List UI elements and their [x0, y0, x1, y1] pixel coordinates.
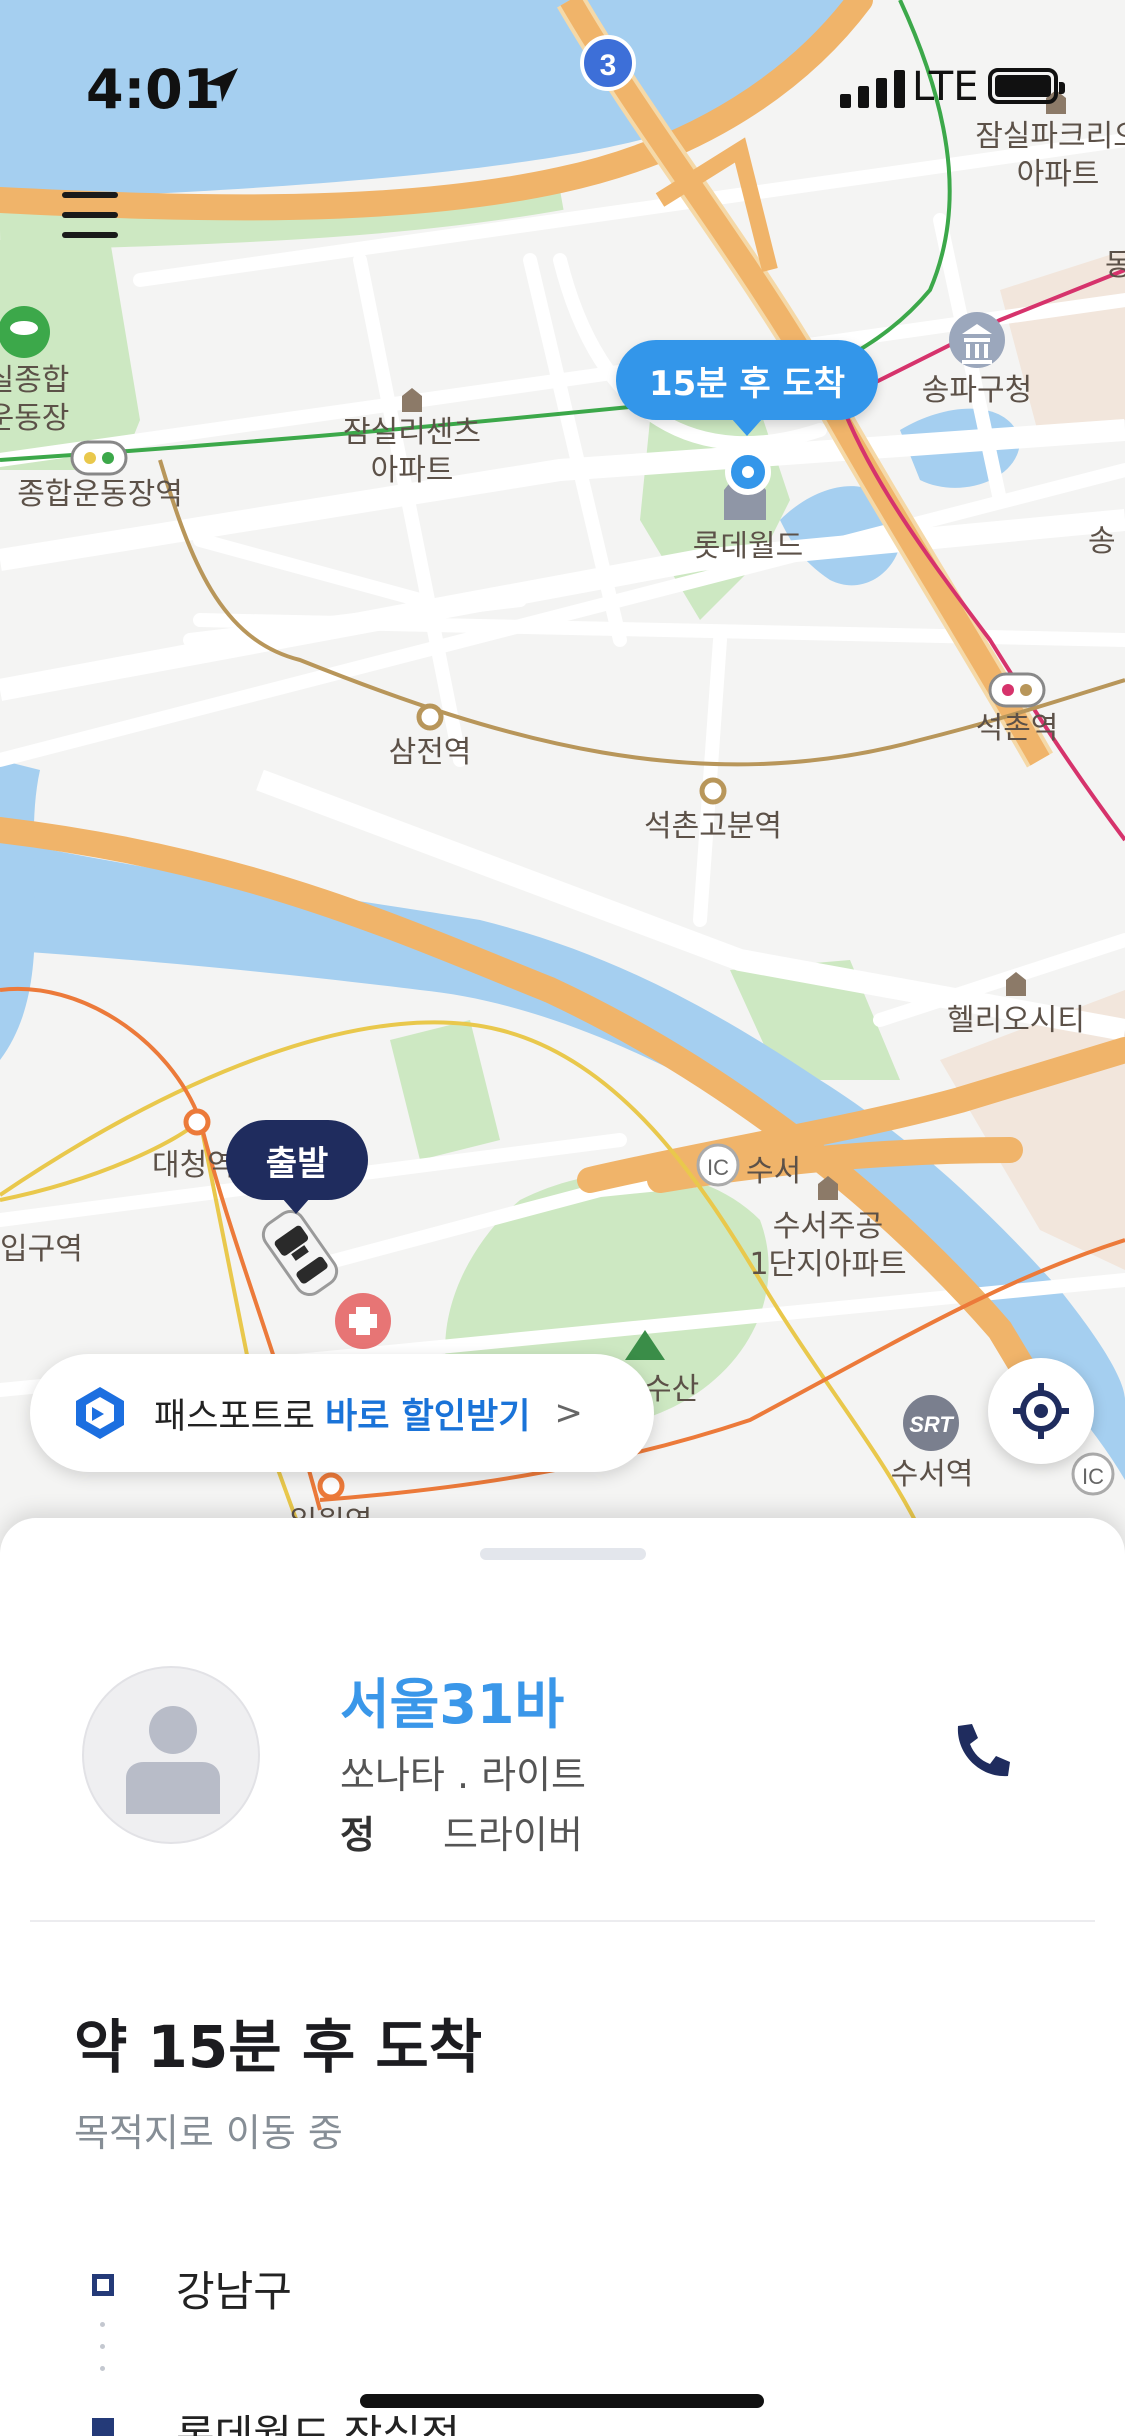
- cellular-signal-icon: [840, 64, 905, 108]
- map-label-suseo-apt: 수서주공 1단지아파트: [749, 1209, 907, 1282]
- promo-prefix: 패스포트로: [154, 1396, 316, 1437]
- map-label-jamsil-sports-station: 종합운동장역: [17, 477, 183, 512]
- map-label-partial-top-right: 동: [1105, 248, 1125, 283]
- departure-bubble: 출발: [226, 1120, 368, 1214]
- arrival-time-bubble: 15분 후 도착: [616, 340, 878, 436]
- person-placeholder-icon: [126, 1706, 220, 1814]
- route-dotted-line: [100, 2322, 106, 2402]
- map-label-ilwon-entrance: 입구역: [0, 1232, 83, 1267]
- hamburger-menu-icon[interactable]: [62, 192, 118, 238]
- divider: [30, 1920, 1095, 1922]
- map-label-partial-right: 송: [1088, 524, 1116, 559]
- crosshair-icon: [1013, 1383, 1069, 1439]
- map-label-sports-complex: 실종합 운동장: [0, 363, 70, 436]
- map-label-heliocity: 헬리오시티: [947, 1003, 1085, 1038]
- destination-square-icon: [92, 2418, 114, 2436]
- ic-badge-2: IC: [1082, 1464, 1104, 1489]
- license-plate: 서울31바: [340, 1673, 565, 1736]
- ic-badge: IC: [707, 1155, 729, 1180]
- map-label-seokchon-gobun-station: 석촌고분역: [644, 809, 782, 844]
- map-label-samjeon-station: 삼전역: [388, 735, 472, 770]
- map-label-lotte-world: 롯데월드: [692, 529, 804, 564]
- origin-square-icon: [92, 2274, 114, 2296]
- map-label-songpa-office: 송파구청: [921, 373, 1033, 408]
- chevron-right-icon: >: [554, 1393, 583, 1433]
- driver-info: 정 드라이버: [340, 1804, 583, 1859]
- battery-icon: [988, 68, 1065, 104]
- origin-address: 강남구: [176, 2267, 292, 2316]
- driver-avatar: [82, 1666, 260, 1844]
- map-label-daecheong-station: 대청역: [152, 1148, 235, 1183]
- srt-badge: SRT: [909, 1412, 954, 1437]
- map-view[interactable]: 3 IC IC SRT: [0, 0, 1125, 1530]
- passport-discount-banner[interactable]: 패스포트로 바로 할인받기 >: [30, 1354, 654, 1472]
- sheet-drag-handle[interactable]: [480, 1548, 646, 1560]
- status-bar: 4:01 LTE: [0, 0, 1125, 130]
- promo-highlight: 바로 할인받기: [325, 1396, 531, 1437]
- map-label-suseo-ic: 수서: [746, 1154, 802, 1189]
- passport-logo-icon: [76, 1387, 124, 1439]
- car-model: 쏘나타 . 라이트: [340, 1753, 586, 1797]
- eta-title: 약 15분 후 도착: [74, 2013, 483, 2081]
- phone-call-icon[interactable]: [950, 1720, 1012, 1782]
- ride-info-sheet: 서울31바 쏘나타 . 라이트 정 드라이버 약 15분 후 도착 목적지로 이동…: [0, 1518, 1125, 2436]
- driver-name: 정: [340, 1813, 375, 1857]
- map-label-jamsil-leaders: 잠실리센츠 아파트: [343, 415, 481, 488]
- network-type: LTE: [912, 64, 979, 110]
- driver-role: 드라이버: [442, 1813, 583, 1857]
- map-label-suseo-station: 수서역: [890, 1457, 974, 1492]
- current-location-button[interactable]: [988, 1358, 1094, 1464]
- home-indicator[interactable]: [360, 2394, 764, 2408]
- trip-status: 목적지로 이동 중: [74, 2111, 343, 2155]
- location-arrow-icon: [204, 68, 238, 102]
- map-label-seokchon-station: 석촌역: [975, 711, 1059, 746]
